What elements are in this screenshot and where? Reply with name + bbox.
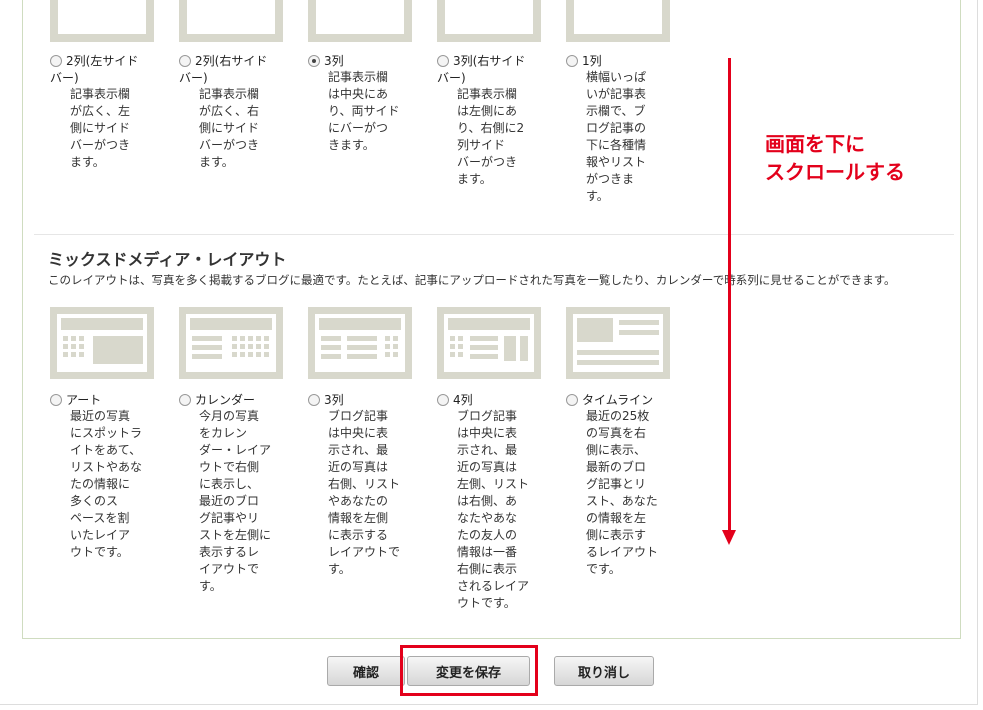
option-label: 1列 xyxy=(582,54,602,68)
option-label-cont: バー) xyxy=(179,71,208,85)
annotation-line-1: 画面を下に xyxy=(765,132,865,156)
option-desc: 横幅いっぱ いが記事表 示欄で、ブ ログ記事の 下に各種情 報やリスト がつきま… xyxy=(586,70,647,203)
layout-thumb-mixed-3col[interactable] xyxy=(308,307,412,379)
radio-art[interactable] xyxy=(50,394,62,406)
option-desc: 記事表示欄 は中央にあ り、両サイド にバーがつ きます。 xyxy=(328,70,400,152)
option-label-cont: バー) xyxy=(437,71,466,85)
radio-3col-right[interactable] xyxy=(437,55,449,67)
radio-3col[interactable] xyxy=(308,55,320,67)
confirm-button[interactable]: 確認 xyxy=(327,656,405,686)
save-button-highlight xyxy=(400,645,538,696)
scroll-arrow-icon xyxy=(728,58,731,536)
option-desc: 記事表示欄 が広く、右 側にサイド バーがつき ます。 xyxy=(199,87,260,169)
option-label: 2列(左サイド xyxy=(66,54,139,68)
option-desc: 最近の写真 にスポットラ イトをあて、 リストやあな たの情報に 多くのス ペー… xyxy=(70,409,143,559)
option-label: 3列 xyxy=(324,54,344,68)
option-desc: 今月の写真 をカレン ダー・レイア ウトで右側 に表示し、 最近のブロ グ記事や… xyxy=(199,409,272,593)
option-label: 4列 xyxy=(453,393,473,407)
radio-mixed-3col[interactable] xyxy=(308,394,320,406)
option-desc: 記事表示欄 は左側にあ り、右側に2 列サイド バーがつき ます。 xyxy=(457,87,525,186)
option-desc: 記事表示欄 が広く、左 側にサイド バーがつき ます。 xyxy=(70,87,131,169)
section-divider xyxy=(34,234,954,235)
radio-2col-left[interactable] xyxy=(50,55,62,67)
layout-thumb-art[interactable] xyxy=(50,307,154,379)
layout-thumb-3col[interactable] xyxy=(308,0,412,42)
option-label: カレンダー xyxy=(195,393,256,407)
option-label: アート xyxy=(66,393,102,407)
radio-timeline[interactable] xyxy=(566,394,578,406)
cancel-button[interactable]: 取り消し xyxy=(554,656,654,686)
layout-thumb-2col-left[interactable] xyxy=(50,0,154,42)
option-label: タイムライン xyxy=(582,393,654,407)
mixed-media-heading: ミックスドメディア・レイアウト xyxy=(48,250,287,269)
option-desc: ブログ記事 は中央に表 示され、最 近の写真は 左側、リスト は右側、あ なたや… xyxy=(457,409,530,610)
layout-thumb-2col-right[interactable] xyxy=(179,0,283,42)
mixed-media-description: このレイアウトは、写真を多く掲載するブログに最適です。たとえば、記事にアップロー… xyxy=(48,273,896,287)
option-label-cont: バー) xyxy=(50,71,79,85)
radio-4col[interactable] xyxy=(437,394,449,406)
layout-thumb-4col[interactable] xyxy=(437,307,541,379)
option-desc: 最近の25枚 の写真を右 側に表示、 最新のブロ グ記事とリ スト、あなた の情… xyxy=(586,409,659,576)
layout-thumb-calendar[interactable] xyxy=(179,307,283,379)
layout-thumb-timeline[interactable] xyxy=(566,307,670,379)
radio-1col[interactable] xyxy=(566,55,578,67)
layout-thumb-1col[interactable] xyxy=(566,0,670,42)
option-label: 2列(右サイド xyxy=(195,54,268,68)
annotation-line-2: スクロールする xyxy=(765,160,905,184)
option-label: 3列(右サイド xyxy=(453,54,526,68)
option-desc: ブログ記事 は中央に表 示され、最 近の写真は 右側、リスト やあなたの 情報を… xyxy=(328,409,401,576)
arrow-head-icon xyxy=(722,530,736,545)
radio-2col-right[interactable] xyxy=(179,55,191,67)
radio-calendar[interactable] xyxy=(179,394,191,406)
layout-thumb-3col-right[interactable] xyxy=(437,0,541,42)
option-label: 3列 xyxy=(324,393,344,407)
